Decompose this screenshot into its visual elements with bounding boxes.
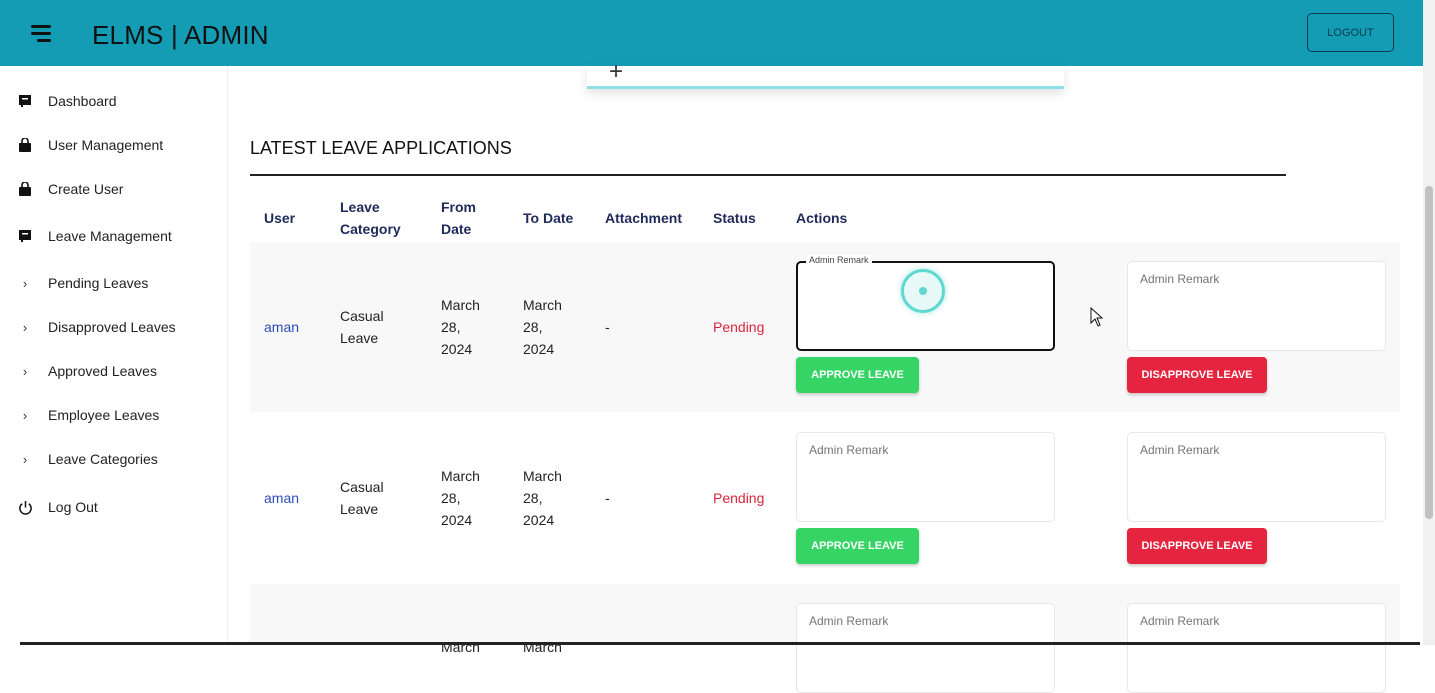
dashboard-icon bbox=[17, 93, 33, 109]
bag-icon bbox=[17, 181, 33, 197]
approve-leave-button[interactable]: APPROVE LEAVE bbox=[796, 357, 919, 393]
leave-category-cell: Casual Leave bbox=[340, 305, 384, 349]
column-header-attachment: Attachment bbox=[605, 210, 683, 226]
chevron-right-icon: › bbox=[22, 407, 28, 423]
cell-line: 28, bbox=[523, 490, 543, 506]
cell-line: Casual bbox=[340, 308, 384, 324]
column-header-line: Date bbox=[441, 221, 472, 237]
sidebar-item-create-user[interactable]: Create User bbox=[0, 171, 228, 207]
sidebar-item-leave-categories[interactable]: › Leave Categories bbox=[0, 441, 228, 477]
from-date-cell: March bbox=[441, 639, 480, 655]
app-brand-title: ELMS | ADMIN bbox=[92, 20, 269, 50]
cell-line: 2024 bbox=[523, 341, 555, 357]
sidebar-item-label: Employee Leaves bbox=[48, 407, 160, 423]
column-header-line: Category bbox=[340, 221, 401, 237]
cell-line: March bbox=[523, 468, 562, 484]
cell-line: March bbox=[441, 297, 480, 313]
status-badge: Pending bbox=[713, 319, 765, 335]
cell-line: 28, bbox=[441, 490, 461, 506]
sidebar-item-label: Disapproved Leaves bbox=[48, 319, 176, 335]
cell-line: 2024 bbox=[441, 341, 473, 357]
user-link[interactable]: aman bbox=[264, 316, 299, 338]
column-header-category: Leave Category bbox=[340, 196, 401, 240]
sidebar-item-label: Pending Leaves bbox=[48, 275, 149, 291]
column-header-status: Status bbox=[713, 210, 756, 226]
to-date-cell: March 28, 2024 bbox=[523, 294, 562, 360]
approve-remark-field[interactable] bbox=[796, 603, 1055, 693]
power-icon bbox=[17, 499, 33, 515]
sidebar-item-log-out[interactable]: Log Out bbox=[0, 489, 228, 525]
disapprove-leave-button[interactable]: DISAPPROVE LEAVE bbox=[1127, 528, 1267, 564]
chevron-right-icon: › bbox=[22, 363, 28, 379]
sidebar-item-disapproved-leaves[interactable]: › Disapproved Leaves bbox=[0, 309, 228, 345]
top-app-bar: ELMS | ADMIN LOGOUT bbox=[0, 0, 1423, 66]
summary-card: + bbox=[587, 58, 1064, 89]
to-date-cell: March 28, 2024 bbox=[523, 465, 562, 531]
hamburger-menu-icon[interactable] bbox=[28, 22, 54, 44]
logout-button[interactable]: LOGOUT bbox=[1307, 13, 1394, 52]
sidebar-item-employee-leaves[interactable]: › Employee Leaves bbox=[0, 397, 228, 433]
column-header-line: Leave bbox=[340, 199, 380, 215]
scrollbar-thumb[interactable] bbox=[1425, 186, 1433, 519]
column-header-from-date: From Date bbox=[441, 196, 476, 240]
attachment-cell: - bbox=[605, 319, 610, 335]
cell-line: Casual bbox=[340, 479, 384, 495]
sidebar-item-label: Log Out bbox=[48, 499, 98, 515]
approve-leave-button[interactable]: APPROVE LEAVE bbox=[796, 528, 919, 564]
disapprove-remark-field[interactable] bbox=[1127, 432, 1386, 522]
sidebar-item-label: Dashboard bbox=[48, 93, 117, 109]
column-header-to-date: To Date bbox=[523, 210, 574, 226]
cell-line: Leave bbox=[340, 330, 379, 346]
approve-remark-field[interactable] bbox=[796, 432, 1055, 522]
column-header-actions: Actions bbox=[796, 210, 848, 226]
loading-spinner-icon bbox=[901, 269, 945, 313]
cell-line: Leave bbox=[340, 501, 379, 517]
plus-icon: + bbox=[609, 58, 624, 85]
cell-line: 2024 bbox=[523, 512, 555, 528]
attachment-cell: - bbox=[605, 490, 610, 506]
sidebar-item-label: Create User bbox=[48, 181, 124, 197]
from-date-cell: March 28, 2024 bbox=[441, 465, 480, 531]
cell-line: 2024 bbox=[441, 512, 473, 528]
sidebar-item-label: Leave Management bbox=[48, 228, 172, 244]
from-date-cell: March 28, 2024 bbox=[441, 294, 480, 360]
user-link[interactable]: aman bbox=[264, 487, 299, 509]
remark-float-label: Admin Remark bbox=[806, 255, 872, 265]
sidebar-item-user-management[interactable]: User Management bbox=[0, 127, 228, 163]
sidebar-item-pending-leaves[interactable]: › Pending Leaves bbox=[0, 265, 228, 301]
cell-line: 28, bbox=[441, 319, 461, 335]
to-date-cell: March bbox=[523, 639, 562, 655]
dashboard-icon bbox=[17, 228, 33, 244]
column-header-line: From bbox=[441, 199, 476, 215]
sidebar-item-dashboard[interactable]: Dashboard bbox=[0, 83, 228, 119]
disapprove-leave-button[interactable]: DISAPPROVE LEAVE bbox=[1127, 357, 1267, 393]
cell-line: March bbox=[441, 468, 480, 484]
sidebar-item-leave-management[interactable]: Leave Management bbox=[0, 218, 228, 254]
mouse-pointer-icon bbox=[1090, 307, 1104, 327]
chevron-right-icon: › bbox=[22, 319, 28, 335]
chevron-right-icon: › bbox=[22, 451, 28, 467]
leave-category-cell: Casual Leave bbox=[340, 476, 384, 520]
disapprove-remark-field[interactable] bbox=[1127, 603, 1386, 693]
sidebar-item-label: Approved Leaves bbox=[48, 363, 157, 379]
section-title: LATEST LEAVE APPLICATIONS bbox=[250, 138, 512, 158]
divider bbox=[250, 174, 1286, 176]
cell-line: March bbox=[523, 297, 562, 313]
chevron-right-icon: › bbox=[22, 275, 28, 291]
sidebar-nav: Dashboard User Management Create User Le… bbox=[0, 66, 228, 645]
vertical-scrollbar[interactable] bbox=[1423, 0, 1435, 645]
cell-line: 28, bbox=[523, 319, 543, 335]
sidebar-item-approved-leaves[interactable]: › Approved Leaves bbox=[0, 353, 228, 389]
bag-icon bbox=[17, 137, 33, 153]
sidebar-item-label: User Management bbox=[48, 137, 164, 153]
sidebar-item-label: Leave Categories bbox=[48, 451, 158, 467]
status-badge: Pending bbox=[713, 490, 765, 506]
column-header-user: User bbox=[264, 210, 296, 226]
disapprove-remark-field[interactable] bbox=[1127, 261, 1386, 351]
